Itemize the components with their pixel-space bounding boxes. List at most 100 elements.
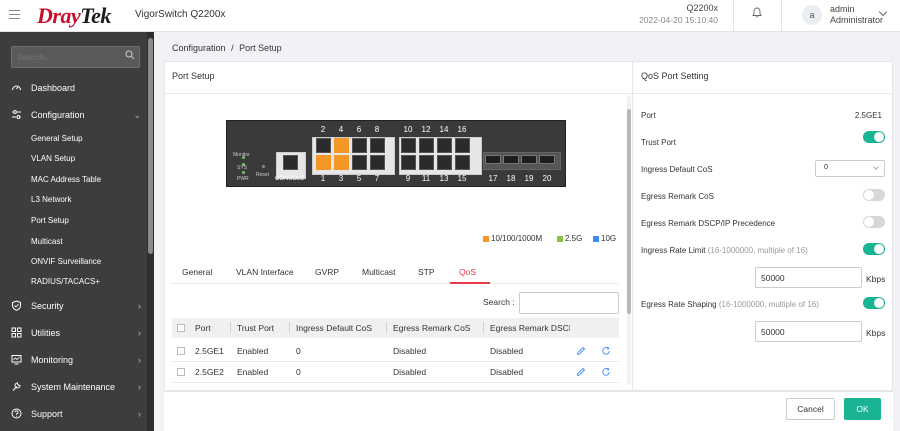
column-header-ingress-default-cos[interactable]: Ingress Default CoS (296, 323, 372, 333)
ingress-rate-limit-toggle[interactable] (863, 243, 885, 255)
sidebar-item-configuration[interactable]: Configuration ⌄ (0, 102, 147, 128)
port-12[interactable] (419, 138, 434, 153)
sfp-port-17[interactable] (485, 155, 501, 164)
help-circle-icon (11, 408, 22, 419)
port-10[interactable] (401, 138, 416, 153)
egress-remark-dscp-toggle[interactable] (863, 216, 885, 228)
sidebar-subitem-multicast[interactable]: Multicast (31, 237, 63, 246)
port-label: Port (641, 111, 656, 120)
port-2[interactable] (316, 138, 331, 153)
column-header-egress-remark-cos[interactable]: Egress Remark CoS (393, 323, 470, 333)
pwr-led-label: PWR (237, 176, 249, 182)
breadcrumb-parent[interactable]: Configuration (172, 43, 226, 53)
cell-port: 2.5GE2 (195, 367, 224, 377)
sfp-port-20[interactable] (539, 155, 555, 164)
egress-rate-shaping-toggle[interactable] (863, 297, 885, 309)
chevron-down-icon: ⌄ (133, 110, 141, 120)
tab-stp[interactable]: STP (418, 267, 435, 277)
menu-icon[interactable] (9, 10, 20, 22)
sidebar-subitem-l3-network[interactable]: L3 Network (31, 195, 71, 204)
refresh-icon[interactable] (601, 367, 611, 377)
sidebar-item-system-maintenance[interactable]: System Maintenance › (0, 374, 147, 400)
left-panel-scrollbar[interactable] (627, 95, 631, 385)
search-input[interactable] (12, 47, 112, 67)
sfp-port-18[interactable] (503, 155, 519, 164)
sidebar-subitem-general-setup[interactable]: General Setup (31, 134, 83, 143)
sidebar-subitem-port-setup[interactable]: Port Setup (31, 216, 69, 225)
port-number-label: 7 (374, 174, 380, 183)
sidebar-subitem-onvif-surveillance[interactable]: ONVIF Surveillance (31, 257, 101, 266)
ingress-rate-input[interactable]: 50000 (755, 267, 862, 288)
edit-icon[interactable] (576, 367, 586, 377)
sidebar-subitem-mac-address-table[interactable]: MAC Address Table (31, 175, 101, 184)
reset-button[interactable] (262, 165, 265, 168)
port-13[interactable] (437, 155, 452, 170)
legend-swatch-orange (483, 235, 489, 242)
sidebar-subitem-vlan-setup[interactable]: VLAN Setup (31, 154, 75, 163)
user-info[interactable]: admin Administrator (830, 4, 883, 26)
table-search-input[interactable] (519, 292, 619, 314)
refresh-icon[interactable] (601, 346, 611, 356)
edit-icon[interactable] (576, 346, 586, 356)
reset-label: Reset (256, 172, 270, 178)
ok-button[interactable]: OK (844, 398, 881, 420)
sidebar-item-monitoring[interactable]: Monitoring › (0, 347, 147, 373)
cancel-button[interactable]: Cancel (786, 398, 835, 420)
port-16[interactable] (455, 138, 470, 153)
sidebar-item-support[interactable]: Support › (0, 401, 147, 427)
port-14[interactable] (437, 138, 452, 153)
device-time: 2022-04-20 15:10:40 (639, 15, 718, 25)
port-8[interactable] (370, 138, 385, 153)
port-6[interactable] (352, 138, 367, 153)
port-1[interactable] (316, 155, 331, 170)
tab-vlan-interface[interactable]: VLAN Interface (236, 267, 294, 277)
port-number-label: 16 (457, 125, 467, 134)
port-7[interactable] (370, 155, 385, 170)
port-number-label: 3 (338, 174, 344, 183)
breadcrumb: Configuration / Port Setup (172, 43, 282, 53)
bell-icon[interactable] (750, 7, 764, 21)
sidebar-search[interactable] (11, 46, 140, 68)
port-3[interactable] (334, 155, 349, 170)
chevron-right-icon: › (138, 409, 141, 419)
port-11[interactable] (419, 155, 434, 170)
port-9[interactable] (401, 155, 416, 170)
chevron-right-icon: › (138, 382, 141, 392)
sidebar-item-dashboard[interactable]: Dashboard (0, 75, 147, 101)
ingress-default-cos-select[interactable]: 0 (815, 160, 885, 177)
tab-gvrp[interactable]: GVRP (315, 267, 339, 277)
sidebar-subitem-radius-tacacs[interactable]: RADIUS/TACACS+ (31, 277, 100, 286)
legend-swatch-green (557, 235, 563, 242)
port-number-label: 9 (405, 174, 411, 183)
sidebar-item-security[interactable]: Security › (0, 293, 147, 319)
sidebar-scrollbar[interactable] (147, 32, 154, 431)
search-icon[interactable] (125, 50, 135, 60)
sidebar-item-utilities[interactable]: Utilities › (0, 320, 147, 346)
avatar[interactable]: a (802, 5, 822, 25)
table-search-label: Search : (483, 297, 515, 307)
row-checkbox[interactable] (177, 347, 185, 355)
row-divider (172, 382, 619, 383)
model-name: VigorSwitch Q2200x (135, 9, 226, 20)
console-port[interactable] (283, 155, 298, 170)
port-4[interactable] (334, 138, 349, 153)
egress-remark-cos-toggle[interactable] (863, 189, 885, 201)
sfp-port-19[interactable] (521, 155, 537, 164)
column-header-trust-port[interactable]: Trust Port (237, 323, 274, 333)
egress-rate-input[interactable]: 50000 (755, 321, 862, 342)
port-number-label: 10 (403, 125, 413, 134)
monitor-icon (11, 355, 22, 365)
sliders-icon (12, 110, 21, 119)
legend-swatch-blue (593, 235, 599, 242)
port-15[interactable] (455, 155, 470, 170)
select-all-checkbox[interactable] (177, 324, 185, 332)
column-divider (483, 322, 484, 333)
trust-port-toggle[interactable] (863, 131, 885, 143)
port-5[interactable] (352, 155, 367, 170)
row-checkbox[interactable] (177, 368, 185, 376)
tab-multicast[interactable]: Multicast (362, 267, 396, 277)
tab-general[interactable]: General (182, 267, 212, 277)
tab-qos[interactable]: QoS (459, 267, 476, 277)
column-header-egress-remark-dscp[interactable]: Egress Remark DSCP (490, 323, 570, 333)
column-header-port[interactable]: Port (195, 323, 211, 333)
